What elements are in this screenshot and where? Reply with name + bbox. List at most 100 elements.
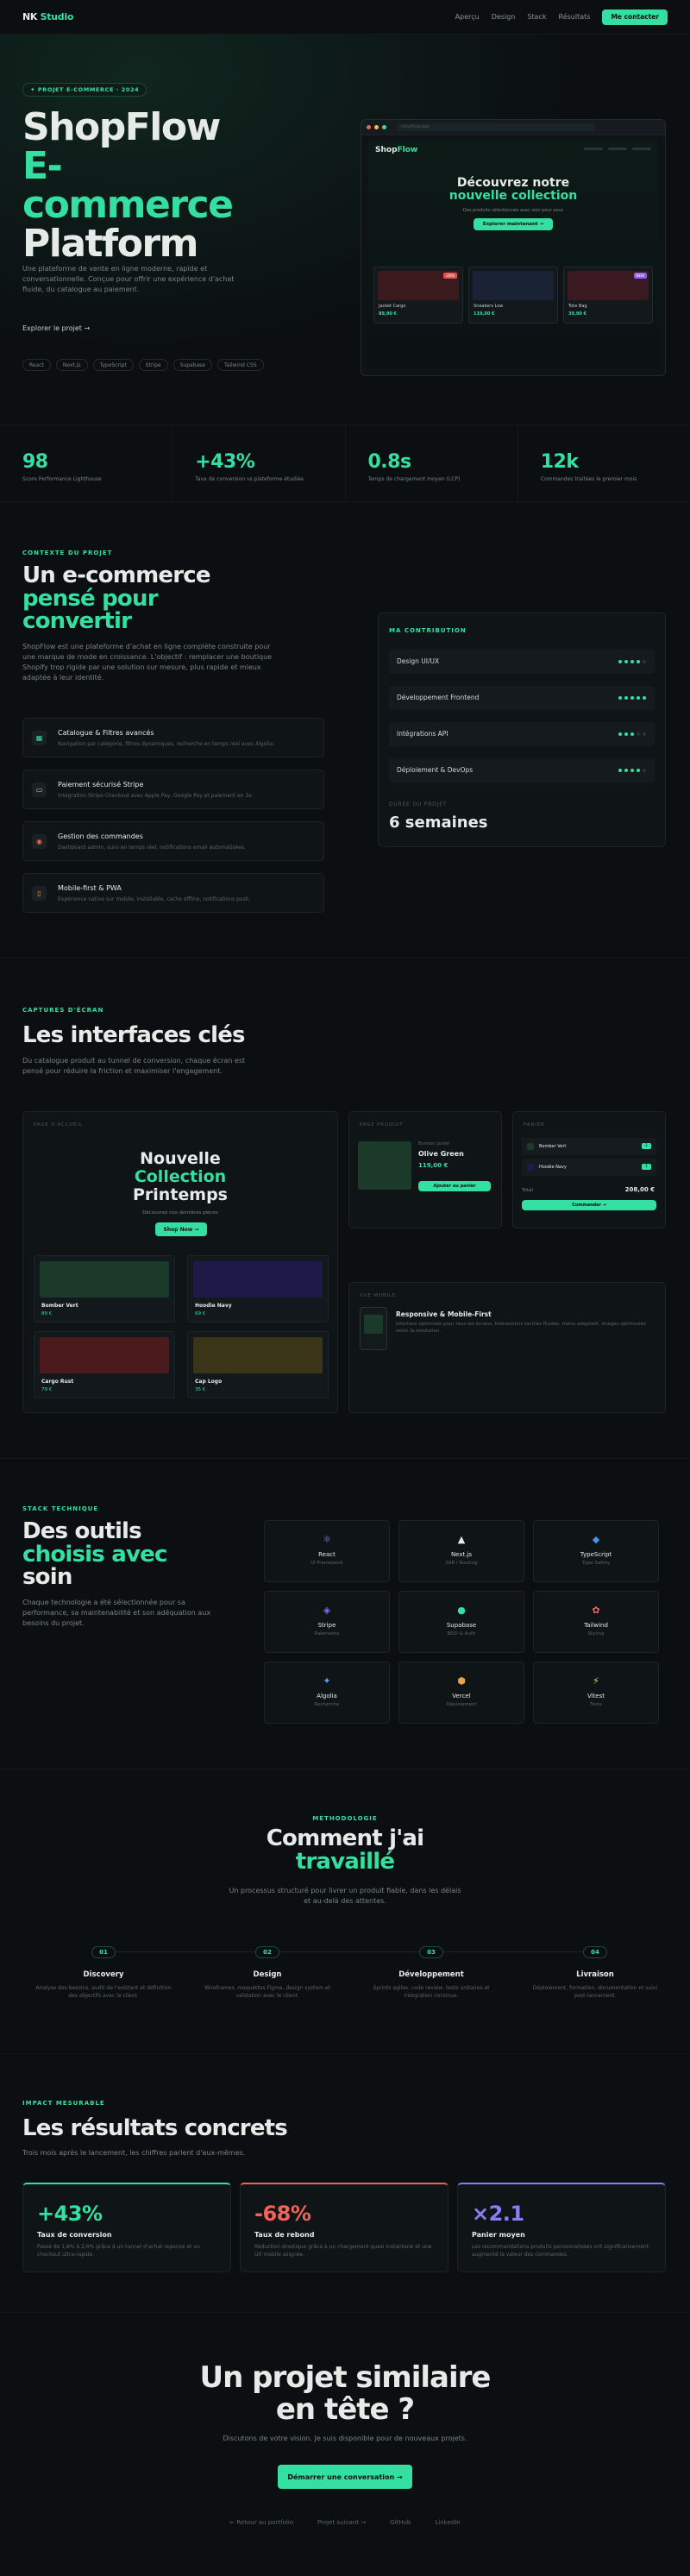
tech-name: TypeScript (580, 1551, 612, 1558)
start-conversation-button[interactable]: Démarrer une conversation → (278, 2465, 412, 2489)
phone-icon: ▯ (32, 886, 47, 901)
stat-item: 98 Score Performance Lighthouse (0, 425, 173, 501)
impact-eyebrow: IMPACT MESURABLE (22, 2100, 105, 2107)
product-name: Bomber Vert (41, 1303, 78, 1309)
feature-title: Paiement sécurisé Stripe (58, 781, 144, 789)
step-desc: Analyse des besoins, audit de l'existant… (35, 1985, 172, 1999)
hero-title-line: ShopFlow (22, 105, 221, 149)
brand-logo[interactable]: NK Studio (22, 11, 73, 22)
product-kicker: Bomber Jacket (418, 1141, 450, 1147)
nav-link-design[interactable]: Design (492, 13, 516, 21)
impact-description: Trois mois après le lancement, les chiff… (22, 2149, 246, 2157)
tag: TypeScript (92, 359, 134, 371)
impact-label: Taux de rebond (254, 2231, 315, 2239)
feature-title: Mobile-first & PWA (58, 884, 122, 892)
method-step: 02 Design Wireframes, maquettes Figma, des… (194, 1941, 341, 2000)
nav-link-apercu[interactable]: Aperçu (455, 13, 480, 21)
product-name: Jacket Cargo (379, 304, 406, 309)
tech-card-vitest: ⚡ Vitest Tests (533, 1662, 659, 1724)
tech-role: Recherche (314, 1702, 340, 1707)
tech-card-stripe: ◈ Stripe Paiements (264, 1591, 390, 1653)
product-price: 89,90 € (379, 311, 398, 317)
minimize-dot-icon (374, 125, 379, 129)
stat-item: 12k Commandes traitées le premier mois (540, 451, 637, 482)
nextjs-icon: ▲ (457, 1534, 466, 1545)
hero-title-line: Platform (22, 221, 198, 266)
product-image (358, 1141, 411, 1190)
impact-card: ×2.1 Panier moyen Les recommandations prod… (457, 2183, 666, 2272)
contribution-row: Intégrations API (389, 722, 655, 746)
mockup-subtitle: Des produits sélectionnés avec soin pour… (462, 208, 564, 213)
contribution-row: Développement Frontend (389, 686, 655, 710)
step-title: Développement (398, 1970, 464, 1979)
tech-name: React (318, 1551, 336, 1558)
product-name: Tote Bag (568, 304, 587, 309)
impact-label: Panier moyen (472, 2231, 525, 2239)
next-project-link[interactable]: Projet suivant → (317, 2519, 366, 2526)
screens-description: Du catalogue produit au tunnel de conver… (22, 1057, 246, 1075)
method-eyebrow: MÉTHODOLOGIE (312, 1815, 378, 1822)
duration-value: 6 semaines (389, 814, 488, 832)
target-icon: ◉ (32, 834, 47, 849)
tech-tags: React Next.js TypeScript Stripe Supabase… (22, 359, 264, 371)
home-headline: Nouvelle Collection Printemps (132, 1149, 228, 1204)
react-icon: ⚛ (323, 1534, 331, 1545)
nav-link-resultats[interactable]: Résultats (559, 13, 591, 21)
screen-cart: PANIER Bomber Vert 1 Hoodie Navy 1 Total… (512, 1111, 666, 1228)
back-to-portfolio-link[interactable]: ← Retour au portfolio (229, 2519, 293, 2526)
screens-eyebrow: CAPTURES D'ÉCRAN (22, 1007, 104, 1014)
shop-now-button: Shop Now → (155, 1222, 207, 1236)
add-to-cart-button: Ajouter au panier (418, 1181, 491, 1191)
mobile-device (360, 1307, 387, 1350)
tech-role: Styling (587, 1631, 605, 1637)
tech-card-vercel: ⬢ Vercel Déploiement (398, 1662, 524, 1724)
impact-label: Taux de conversion (37, 2231, 112, 2239)
impact-card: -68% Taux de rebond Réduction drastique gr… (240, 2183, 448, 2272)
skill-level-dots (618, 660, 646, 663)
feature-title: Catalogue & Filtres avancés (58, 729, 154, 737)
contribution-row: Déploiement & DevOps (389, 758, 655, 782)
skill-level-dots (618, 769, 646, 772)
contribution-name: Design UI/UX (397, 657, 440, 665)
card-icon: ▭ (32, 782, 47, 797)
tag: Supabase (172, 359, 212, 371)
github-link[interactable]: GitHub (390, 2519, 411, 2526)
grid-icon: ▦ (32, 731, 47, 745)
linkedin-link[interactable]: LinkedIn (435, 2519, 460, 2526)
step-number: 02 (255, 1946, 279, 1958)
stripe-icon: ◈ (323, 1605, 331, 1616)
tag: Next.js (55, 359, 88, 371)
stats-bar: 98 Score Performance Lighthouse +43% Taux … (0, 424, 690, 502)
project-pill: ✦ PROJET E-COMMERCE · 2024 (22, 83, 147, 97)
home-product-card: Bomber Vert 89 € (34, 1255, 175, 1323)
method-step: 03 Développement Sprints agiles, code revi… (358, 1941, 505, 2000)
feature-desc: Dashboard admin, suivi en temps réel, no… (58, 845, 246, 851)
contact-button[interactable]: Me contacter (602, 9, 668, 25)
screen-label: VUE MOBILE (360, 1293, 397, 1298)
method-step: 01 Discovery Analyse des besoins, audit de… (30, 1941, 177, 2000)
screen-label: PAGE D'ACCUEIL (34, 1122, 83, 1128)
supabase-icon: ● (457, 1605, 466, 1616)
explore-link[interactable]: Explorer le projet → (22, 324, 90, 332)
tech-card-tailwind: ✿ Tailwind Styling (533, 1591, 659, 1653)
tech-name: Vercel (452, 1693, 471, 1700)
tech-role: SSR / Routing (445, 1561, 478, 1566)
product-name: Cap Logo (195, 1379, 223, 1385)
impact-value: +43% (37, 2202, 103, 2226)
tech-name: Supabase (446, 1622, 477, 1629)
skill-level-dots (618, 696, 646, 700)
product-badge: NEW (633, 273, 647, 279)
feature-desc: Expérience native sur mobile, installabl… (58, 896, 251, 902)
tech-name: Vitest (586, 1693, 605, 1700)
mockup-product-card: -20% Jacket Cargo 89,90 € (373, 267, 463, 324)
duration-label: DURÉE DU PROJET (389, 801, 448, 807)
context-eyebrow: CONTEXTE DU PROJET (22, 550, 113, 556)
mobile-title: Responsive & Mobile-First (396, 1310, 492, 1318)
tech-role: BDD & Auth (447, 1631, 476, 1637)
checkout-button: Commander → (522, 1200, 656, 1210)
mockup-logo: ShopFlow (375, 146, 418, 154)
impact-desc: Les recommandations produits personnalis… (472, 2244, 649, 2258)
feature-card-orders: ◉ Gestion des commandes Dashboard admin,… (22, 821, 324, 861)
nav-link-stack[interactable]: Stack (527, 13, 546, 21)
mockup-product-card: Sneakers Low 119,00 € (468, 267, 558, 324)
